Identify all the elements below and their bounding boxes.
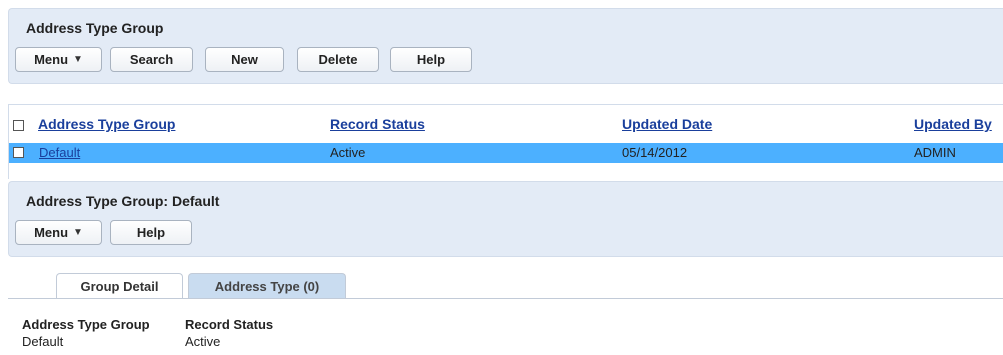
search-button-label: Search [129, 52, 174, 67]
detail-panel: Address Type Group: Default Menu ▼ Help [8, 181, 1003, 257]
row-updated-by: ADMIN [914, 145, 956, 160]
select-all-checkbox[interactable] [13, 120, 24, 131]
results-table: Address Type Group Record Status Updated… [8, 104, 1003, 179]
list-panel: Address Type Group Menu ▼ Search New Del… [8, 8, 1003, 84]
column-header-updated-by[interactable]: Updated By [914, 116, 992, 132]
field-value-address-type-group: Default [22, 334, 64, 349]
field-label-record-status: Record Status [185, 317, 274, 332]
help-button-label: Help [416, 52, 446, 67]
search-button[interactable]: Search [110, 47, 193, 72]
delete-button-label: Delete [318, 52, 358, 67]
row-updated-date: 05/14/2012 [622, 145, 688, 160]
tab-address-type[interactable]: Address Type (0) [188, 273, 346, 299]
row-record-status: Active [330, 145, 366, 160]
menu-button-label: Menu [34, 52, 69, 67]
tab-address-type-label: Address Type (0) [214, 279, 320, 294]
column-header-address-type-group[interactable]: Address Type Group [38, 116, 175, 132]
column-header-updated-date[interactable]: Updated Date [622, 116, 712, 132]
menu-button[interactable]: Menu ▼ [15, 47, 102, 72]
chevron-down-icon: ▼ [73, 227, 83, 238]
detail-help-button[interactable]: Help [110, 220, 192, 245]
tab-divider [8, 298, 1003, 299]
row-name-link[interactable]: Default [39, 145, 80, 160]
chevron-down-icon: ▼ [73, 54, 83, 65]
row-checkbox[interactable] [13, 147, 24, 158]
new-button[interactable]: New [205, 47, 284, 72]
tab-group-detail[interactable]: Group Detail [56, 273, 183, 299]
delete-button[interactable]: Delete [297, 47, 379, 72]
detail-menu-button-label: Menu [34, 225, 69, 240]
field-label-address-type-group: Address Type Group [22, 317, 150, 332]
detail-help-button-label: Help [136, 225, 166, 240]
column-header-record-status[interactable]: Record Status [330, 116, 425, 132]
table-row[interactable]: Default Active 05/14/2012 ADMIN [9, 143, 1003, 163]
field-value-record-status: Active [185, 334, 221, 349]
detail-menu-button[interactable]: Menu ▼ [15, 220, 102, 245]
tab-group-detail-label: Group Detail [80, 279, 159, 294]
new-button-label: New [231, 52, 258, 67]
list-panel-title: Address Type Group [26, 20, 164, 36]
help-button[interactable]: Help [390, 47, 472, 72]
detail-panel-title: Address Type Group: Default [26, 193, 220, 209]
